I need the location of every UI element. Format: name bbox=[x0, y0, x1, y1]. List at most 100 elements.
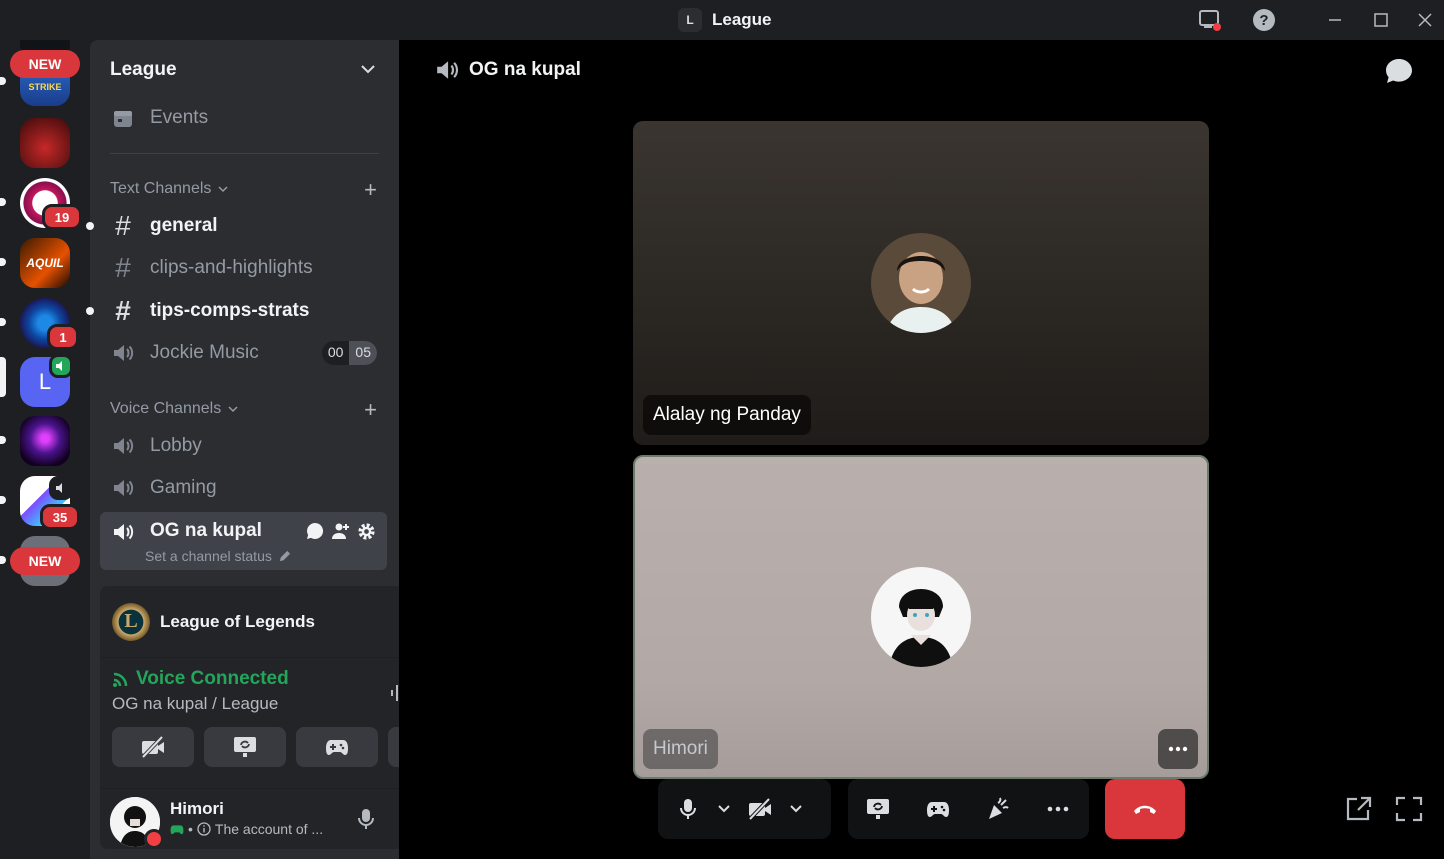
unread-pill bbox=[0, 258, 6, 266]
open-chat-icon[interactable] bbox=[1385, 58, 1413, 89]
category-label: Text Channels bbox=[110, 180, 212, 197]
mic-options-button[interactable] bbox=[712, 789, 736, 829]
share-screen-button[interactable] bbox=[858, 789, 898, 829]
microphone-icon bbox=[680, 799, 696, 819]
chevron-down-icon bbox=[218, 186, 228, 193]
speaker-icon bbox=[437, 61, 459, 79]
close-icon[interactable] bbox=[1413, 8, 1437, 32]
unread-pill bbox=[0, 496, 6, 504]
channel-status-prompt[interactable]: Set a channel status bbox=[145, 548, 291, 564]
unread-pill bbox=[0, 198, 6, 206]
channel-label: clips-and-highlights bbox=[150, 257, 313, 278]
title-bar: L League ? bbox=[0, 0, 1444, 40]
screen-share-button[interactable] bbox=[204, 727, 286, 767]
guild-header[interactable]: League bbox=[90, 40, 399, 100]
activities-button[interactable] bbox=[296, 727, 378, 767]
screen-share-icon bbox=[234, 737, 256, 757]
custom-status-text: The account of ... bbox=[214, 821, 324, 837]
signal-icon bbox=[113, 672, 128, 687]
gear-icon[interactable] bbox=[357, 522, 376, 547]
more-button[interactable] bbox=[1038, 789, 1078, 829]
channel-label: Jockie Music bbox=[150, 342, 259, 363]
channel-tips-comps-strats[interactable]: # tips-comps-strats bbox=[100, 291, 387, 331]
unread-pill bbox=[0, 77, 6, 85]
pencil-icon bbox=[279, 550, 290, 561]
divider bbox=[110, 153, 379, 154]
participant-avatar bbox=[871, 233, 971, 333]
channel-clips-and-highlights[interactable]: # clips-and-highlights bbox=[100, 248, 387, 288]
voice-status-text: Voice Connected bbox=[136, 668, 289, 689]
svg-text:?: ? bbox=[1259, 12, 1268, 29]
activity-controls bbox=[848, 779, 1089, 839]
soundboard-button[interactable] bbox=[978, 789, 1018, 829]
voice-channels-category[interactable]: Voice Channels bbox=[110, 400, 239, 418]
info-icon bbox=[197, 822, 211, 836]
camera-off-icon bbox=[141, 736, 164, 758]
text-channels-category[interactable]: Text Channels bbox=[110, 180, 229, 198]
discord-window: L League ? STRIKE NEW 19 AQUIL 1 L 35 NE… bbox=[0, 0, 1444, 859]
user-limit: 05 bbox=[349, 341, 377, 365]
events-row[interactable]: Events bbox=[100, 98, 387, 138]
leave-call-button[interactable] bbox=[1105, 779, 1185, 839]
unread-pill bbox=[0, 556, 6, 564]
channel-label: Lobby bbox=[150, 435, 202, 456]
participant-name-tag: Alalay ng Panday bbox=[643, 395, 811, 435]
stage-header: OG na kupal bbox=[435, 58, 581, 82]
channel-label: OG na kupal bbox=[150, 520, 262, 541]
pop-out-icon[interactable] bbox=[1345, 796, 1373, 827]
selected-pill bbox=[0, 357, 6, 397]
more-dots-icon bbox=[1047, 806, 1069, 812]
speaker-icon bbox=[49, 354, 73, 378]
channel-general[interactable]: # general bbox=[100, 206, 387, 246]
inbox-icon[interactable] bbox=[1198, 8, 1222, 32]
voice-location[interactable]: OG na kupal / League bbox=[112, 694, 278, 714]
participant-tile-self[interactable]: Himori bbox=[633, 455, 1209, 779]
add-voice-channel-button[interactable]: + bbox=[364, 399, 377, 421]
camera-toggle-button[interactable] bbox=[112, 727, 194, 767]
server-icon-purple-figure[interactable] bbox=[20, 416, 70, 466]
chat-bubble-icon[interactable] bbox=[306, 522, 324, 546]
category-label: Voice Channels bbox=[110, 400, 222, 417]
chevron-down-icon bbox=[790, 805, 802, 813]
minimize-icon[interactable] bbox=[1323, 8, 1347, 32]
more-options-button[interactable] bbox=[1158, 729, 1198, 769]
user-count: 00 bbox=[327, 344, 344, 360]
invite-user-icon[interactable] bbox=[332, 522, 350, 546]
bullet-separator: • bbox=[188, 821, 193, 837]
mute-button[interactable] bbox=[668, 789, 708, 829]
channel-og-na-kupal[interactable]: OG na kupal Set a channel status bbox=[100, 512, 387, 570]
speaker-icon bbox=[110, 475, 136, 501]
add-text-channel-button[interactable]: + bbox=[364, 179, 377, 201]
window-title: L League bbox=[678, 8, 772, 32]
unread-pill bbox=[0, 318, 6, 326]
new-badge: NEW bbox=[10, 547, 80, 575]
participant-tile[interactable]: Alalay ng Panday bbox=[633, 121, 1209, 445]
channel-jockie-music[interactable]: Jockie Music 00 05 bbox=[100, 333, 387, 373]
microphone-icon[interactable] bbox=[352, 805, 380, 833]
chevron-down-icon bbox=[359, 60, 377, 84]
help-icon[interactable]: ? bbox=[1252, 8, 1276, 32]
camera-off-icon bbox=[748, 798, 771, 820]
gamepad-icon bbox=[326, 740, 348, 755]
server-icon-aquil[interactable]: AQUIL bbox=[20, 238, 70, 288]
new-badge: NEW bbox=[10, 50, 80, 78]
screen-share-icon bbox=[867, 799, 889, 819]
dnd-status-icon bbox=[144, 829, 164, 849]
mention-badge: 1 bbox=[47, 324, 79, 350]
channel-gaming[interactable]: Gaming bbox=[100, 468, 387, 508]
user-limit-tag: 00 05 bbox=[321, 341, 377, 365]
camera-options-button[interactable] bbox=[784, 789, 808, 829]
fullscreen-icon[interactable] bbox=[1395, 796, 1423, 827]
voice-stage: OG na kupal Alalay ng Panday Himori bbox=[399, 40, 1444, 859]
voice-status[interactable]: Voice Connected bbox=[112, 668, 289, 690]
username[interactable]: Himori bbox=[170, 799, 224, 819]
channel-label: tips-comps-strats bbox=[150, 300, 310, 321]
server-icon-red-group[interactable] bbox=[20, 118, 70, 168]
activities-button[interactable] bbox=[918, 789, 958, 829]
mention-badge: 35 bbox=[40, 504, 80, 530]
camera-button[interactable] bbox=[740, 789, 780, 829]
channel-lobby[interactable]: Lobby bbox=[100, 426, 387, 466]
stage-channel-name: OG na kupal bbox=[469, 59, 581, 80]
hang-up-icon bbox=[1134, 805, 1156, 814]
maximize-icon[interactable] bbox=[1369, 8, 1393, 32]
